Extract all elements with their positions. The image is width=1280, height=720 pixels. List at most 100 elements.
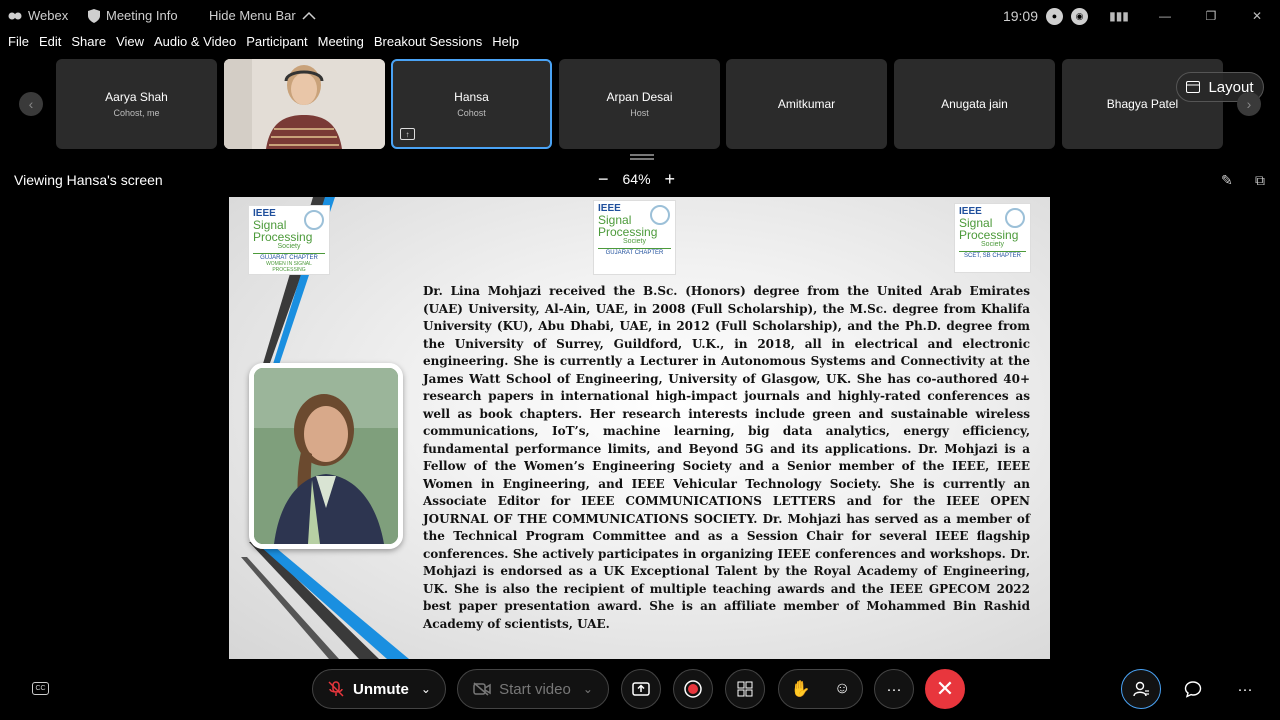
app-title: Webex xyxy=(8,8,68,23)
menu-share[interactable]: Share xyxy=(71,34,106,56)
camera-off-icon xyxy=(473,682,491,696)
leave-meeting-button[interactable]: ✕ xyxy=(925,669,965,709)
more-icon: ··· xyxy=(1237,680,1253,698)
viewing-bar: Viewing Hansa's screen − 64% + ✎ ⧉ xyxy=(0,164,1280,196)
chevron-right-icon[interactable]: › xyxy=(1237,92,1261,116)
layout-icon xyxy=(1186,81,1201,93)
unmute-label: Unmute xyxy=(353,680,409,698)
participants-panel-button[interactable] xyxy=(1121,669,1161,709)
share-button[interactable] xyxy=(621,669,661,709)
more-icon: ··· xyxy=(886,680,902,698)
participant-name: Bhagya Patel xyxy=(1106,97,1179,111)
ieee-sps-logo: IEEE Signal Processing Society GUJARAT C… xyxy=(593,200,676,275)
participant-role: Cohost xyxy=(457,108,486,118)
apps-grid-icon xyxy=(737,681,753,697)
record-status-icon[interactable]: ● xyxy=(1046,7,1063,25)
chat-icon xyxy=(1184,681,1202,698)
menu-meeting[interactable]: Meeting xyxy=(318,34,364,56)
start-video-label: Start video xyxy=(499,680,571,698)
panel-more-button[interactable]: ··· xyxy=(1225,669,1265,709)
hide-menu-bar-label: Hide Menu Bar xyxy=(209,8,296,23)
participant-tile-active[interactable]: Hansa Cohost ↑ xyxy=(391,59,552,149)
menu-edit[interactable]: Edit xyxy=(39,34,61,56)
unmute-button[interactable]: Unmute ⌄ xyxy=(312,669,446,709)
record-icon xyxy=(684,680,702,698)
logo-chapter: GUJARAT CHAPTER xyxy=(253,253,325,261)
chat-button[interactable] xyxy=(1173,669,1213,709)
title-bar: Webex Meeting Info Hide Menu Bar 19:09 ●… xyxy=(0,0,1280,32)
apps-button[interactable] xyxy=(725,669,765,709)
participant-tile[interactable]: Arpan Desai Host xyxy=(559,59,720,149)
logo-subtext: WOMEN IN SIGNAL PROCESSING xyxy=(266,261,312,273)
menu-bar: File Edit Share View Audio & Video Parti… xyxy=(0,34,521,56)
ieee-sps-logo: IEEE Signal Processing Society SCET, SB … xyxy=(954,203,1031,273)
annotate-icon[interactable]: ✎ xyxy=(1221,172,1233,189)
more-options-button[interactable]: ··· xyxy=(874,669,914,709)
participant-name: Hansa xyxy=(454,90,489,104)
logo-swirl-icon xyxy=(1005,208,1025,228)
speaker-photo-image xyxy=(254,368,398,544)
closed-captions-icon[interactable]: CC xyxy=(32,682,49,695)
reactions-group: ✋ ☺ xyxy=(778,669,863,709)
zoom-control: − 64% + xyxy=(598,170,675,188)
zoom-in-button[interactable]: + xyxy=(665,170,676,188)
logo-chapter: SCET, SB CHAPTER xyxy=(959,251,1026,259)
shield-icon xyxy=(88,8,100,23)
menu-breakout-sessions[interactable]: Breakout Sessions xyxy=(374,34,482,56)
speaker-bio: Dr. Lina Mohjazi received the B.Sc. (Hon… xyxy=(423,284,1030,631)
hide-menu-bar-button[interactable]: Hide Menu Bar xyxy=(209,8,316,23)
menu-participant[interactable]: Participant xyxy=(246,34,307,56)
participant-video-tile[interactable] xyxy=(224,59,385,149)
shared-screen: IEEE Signal Processing Society GUJARAT C… xyxy=(229,197,1050,659)
logo-text: Society xyxy=(277,243,301,250)
clock: 19:09 xyxy=(1002,8,1038,24)
logo-text: Processing xyxy=(598,225,658,239)
webex-logo-icon xyxy=(8,12,22,19)
reactions-icon[interactable]: ☺ xyxy=(834,680,850,698)
signal-icon[interactable]: ▮▮▮ xyxy=(1096,0,1142,32)
chevron-down-icon[interactable]: ⌄ xyxy=(421,682,431,696)
logo-text: Society xyxy=(981,241,1004,248)
participant-tile[interactable]: Aarya Shah Cohost, me xyxy=(56,59,217,149)
participant-name: Aarya Shah xyxy=(105,90,168,104)
menu-file[interactable]: File xyxy=(8,34,29,56)
speaker-photo xyxy=(249,363,403,549)
app-name: Webex xyxy=(28,8,69,23)
chevron-left-icon[interactable]: ‹ xyxy=(19,92,43,116)
minimize-icon[interactable]: — xyxy=(1142,0,1188,32)
participants-icon xyxy=(1133,681,1149,697)
control-bar: CC Unmute ⌄ Start video ⌄ ✋ ☺ ··· ✕ ··· xyxy=(0,660,1280,720)
close-icon[interactable]: ✕ xyxy=(1234,0,1280,32)
resize-handle[interactable] xyxy=(630,154,654,160)
logo-swirl-icon xyxy=(650,205,670,225)
menu-audio-video[interactable]: Audio & Video xyxy=(154,34,236,56)
screen-share-icon: ↑ xyxy=(400,128,415,140)
participant-tile[interactable]: Amitkumar xyxy=(726,59,887,149)
record-button[interactable] xyxy=(673,669,713,709)
pop-out-icon[interactable]: ⧉ xyxy=(1255,172,1265,189)
menu-help[interactable]: Help xyxy=(492,34,519,56)
participant-video xyxy=(224,59,385,149)
start-video-button[interactable]: Start video ⌄ xyxy=(457,669,609,709)
menu-view[interactable]: View xyxy=(116,34,144,56)
meeting-info-label: Meeting Info xyxy=(106,8,178,23)
zoom-out-button[interactable]: − xyxy=(598,170,609,188)
chevron-up-icon xyxy=(302,11,316,20)
logo-text: Processing xyxy=(253,230,313,244)
raise-hand-icon[interactable]: ✋ xyxy=(791,679,811,699)
viewing-label: Viewing Hansa's screen xyxy=(14,172,163,188)
meeting-info-button[interactable]: Meeting Info xyxy=(88,8,178,23)
participant-name: Amitkumar xyxy=(777,97,836,111)
ieee-sps-logo: IEEE Signal Processing Society GUJARAT C… xyxy=(248,205,330,275)
logo-text: Society xyxy=(623,238,646,245)
logo-chapter: GUJARAT CHAPTER xyxy=(598,248,671,256)
participant-role: Host xyxy=(630,108,649,118)
participant-role: Cohost, me xyxy=(113,108,160,118)
microphone-muted-icon xyxy=(328,681,344,697)
participant-tile[interactable]: Anugata jain xyxy=(894,59,1055,149)
logo-text: Processing xyxy=(959,228,1019,242)
profile-icon[interactable]: ◉ xyxy=(1071,7,1088,25)
chevron-down-icon[interactable]: ⌄ xyxy=(583,682,593,696)
restore-icon[interactable]: ❐ xyxy=(1188,0,1234,32)
zoom-level: 64% xyxy=(622,171,651,187)
